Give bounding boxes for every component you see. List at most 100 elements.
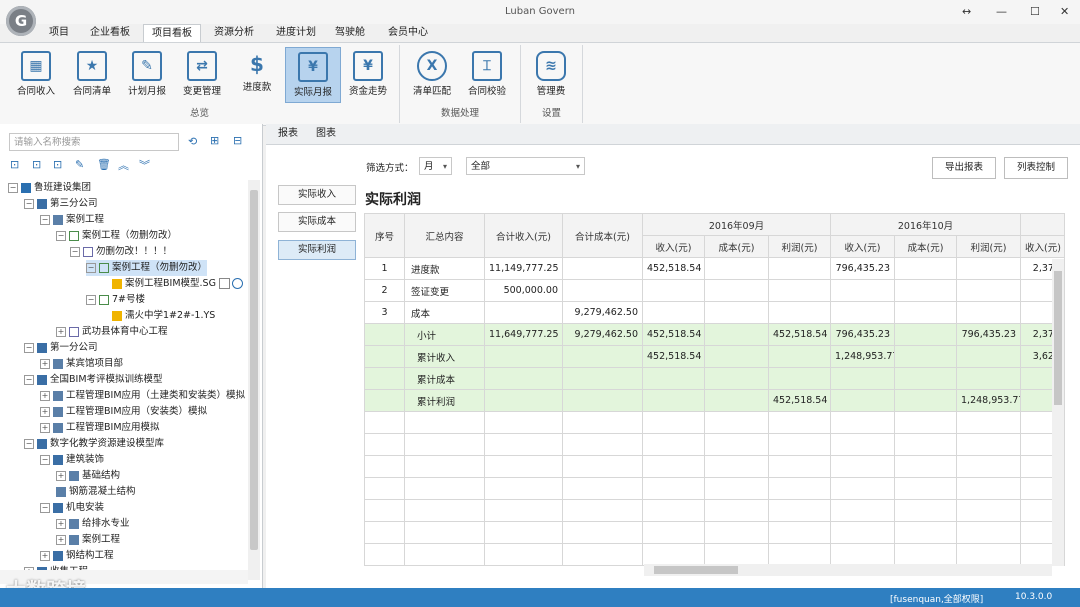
- maximize-icon[interactable]: ☐: [1030, 5, 1040, 18]
- table-cell: [830, 521, 895, 544]
- column-header[interactable]: 收入(元): [830, 235, 895, 258]
- move-up-icon[interactable]: ︽: [118, 157, 129, 173]
- tree-node[interactable]: + 钢结构工程: [40, 548, 114, 564]
- tab-schedule[interactable]: 进度计划: [268, 24, 324, 42]
- tree-node[interactable]: − 案例工程（勿删勿改）: [56, 228, 177, 244]
- contract-check-button[interactable]: ⌶ 合同校验: [462, 47, 512, 101]
- new-file-icon[interactable]: ⊡: [53, 158, 62, 171]
- close-icon[interactable]: ✕: [1060, 5, 1069, 18]
- tab-project-board[interactable]: 项目看板: [143, 24, 201, 43]
- contract-income-button[interactable]: ▦ 合同收入: [11, 47, 61, 101]
- refresh-icon[interactable]: ⟲: [188, 135, 197, 148]
- column-header[interactable]: 成本(元): [894, 235, 957, 258]
- restore-icon[interactable]: ↔: [962, 5, 971, 18]
- column-header[interactable]: 利润(元): [956, 235, 1021, 258]
- tab-report[interactable]: 报表: [278, 124, 298, 144]
- column-header[interactable]: 序号: [364, 213, 405, 258]
- scrollbar-thumb[interactable]: [250, 190, 258, 550]
- table-cell: [894, 367, 957, 390]
- tree-node[interactable]: − 鲁班建设集团: [8, 180, 91, 196]
- scope-select[interactable]: 全部 ▾: [466, 157, 585, 175]
- tree-node[interactable]: + 案例工程: [56, 532, 120, 548]
- tree-node[interactable]: − 机电安装: [40, 500, 104, 516]
- tab-enterprise-board[interactable]: 企业看板: [82, 24, 138, 42]
- table-cell: [956, 345, 1021, 368]
- new-subproject-icon[interactable]: ⊡: [32, 158, 41, 171]
- tree-node[interactable]: − 建筑装饰: [40, 452, 104, 468]
- list-match-button[interactable]: X 清单匹配: [407, 47, 457, 101]
- management-fee-button[interactable]: ≋ 管理费: [526, 47, 576, 101]
- tree-node[interactable]: − 案例工程: [40, 212, 104, 228]
- table-row[interactable]: 2 签证变更 500,000.00: [364, 279, 1065, 302]
- rename-icon[interactable]: ✎: [75, 158, 84, 171]
- export-report-button[interactable]: 导出报表: [932, 157, 996, 179]
- tab-cockpit[interactable]: 驾驶舱: [328, 24, 372, 42]
- tree-node[interactable]: + 武功县体育中心工程: [56, 324, 168, 340]
- tree-node[interactable]: + 工程管理BIM应用模拟: [40, 420, 160, 436]
- group-separator: [582, 45, 583, 123]
- search-input[interactable]: 请输入名称搜索: [9, 133, 179, 151]
- tree-node[interactable]: + 工程管理BIM应用（安装类）模拟: [40, 404, 207, 420]
- month-header: [1020, 213, 1065, 236]
- app-logo-icon[interactable]: G: [6, 6, 36, 36]
- progress-payment-button[interactable]: $ 进度款: [232, 47, 282, 101]
- column-header[interactable]: 合计收入(元): [484, 213, 563, 258]
- tree-node-selected[interactable]: − 案例工程（勿删勿改）: [86, 260, 208, 276]
- tab-project[interactable]: 项目: [42, 24, 76, 42]
- tree-node[interactable]: − 第一分公司: [24, 340, 98, 356]
- collapse-all-icon[interactable]: ⊟: [233, 134, 242, 147]
- actual-cost-button[interactable]: 实际成本: [278, 212, 356, 232]
- tree-node[interactable]: 濡火中学1#2#-1.YS: [112, 308, 215, 324]
- scrollbar-thumb[interactable]: [1054, 271, 1062, 405]
- period-select[interactable]: 月 ▾: [419, 157, 452, 175]
- contract-list-button[interactable]: ★ 合同清单: [67, 47, 117, 101]
- table-row[interactable]: 累计成本: [364, 367, 1065, 390]
- tree-node[interactable]: − 全国BIM考评模拟训练模型: [24, 372, 163, 388]
- tree-node[interactable]: + 给排水专业: [56, 516, 130, 532]
- table-cell: [704, 323, 769, 346]
- column-header[interactable]: 成本(元): [704, 235, 769, 258]
- tree-vertical-scrollbar[interactable]: [248, 180, 260, 580]
- fund-trend-button[interactable]: ¥ 资金走势: [343, 47, 393, 101]
- new-project-icon[interactable]: ⊡: [10, 158, 19, 171]
- scrollbar-thumb[interactable]: [654, 566, 738, 574]
- actual-monthly-button[interactable]: ¥ 实际月报: [285, 47, 341, 103]
- table-row[interactable]: 1 进度款 11,149,777.25 452,518.54 796,435.23 2,3…: [364, 257, 1065, 280]
- tree-node[interactable]: + 基础结构: [56, 468, 120, 484]
- tab-member-center[interactable]: 会员中心: [380, 24, 436, 42]
- table-cell: [830, 411, 895, 434]
- column-header[interactable]: 合计成本(元): [562, 213, 643, 258]
- table-row[interactable]: 累计收入 452,518.54 1,248,953.77 3,620: [364, 345, 1065, 368]
- tab-chart[interactable]: 图表: [316, 124, 336, 144]
- tree-node[interactable]: 钢筋混凝土结构: [56, 484, 136, 500]
- column-header[interactable]: 收入(元): [642, 235, 705, 258]
- column-header[interactable]: 汇总内容: [404, 213, 485, 258]
- column-header[interactable]: 收入(元): [1020, 235, 1065, 258]
- move-down-icon[interactable]: ︾: [139, 157, 150, 173]
- document-check-icon: ⌶: [472, 51, 502, 81]
- tree-node[interactable]: + 工程管理BIM应用（土建类和安装类）模拟: [40, 388, 245, 404]
- column-control-button[interactable]: 列表控制: [1004, 157, 1068, 179]
- tree-node[interactable]: + 某宾馆项目部: [40, 356, 123, 372]
- delete-icon[interactable]: 🗑: [97, 158, 111, 171]
- table-horizontal-scrollbar[interactable]: [644, 564, 1052, 576]
- tree-node[interactable]: 案例工程BIM模型.SG: [112, 276, 243, 292]
- tree-node[interactable]: − 勿删勿改！！！！: [70, 244, 172, 260]
- tree-node[interactable]: − 第三分公司: [24, 196, 98, 212]
- table-row[interactable]: 3 成本 9,279,462.50: [364, 301, 1065, 324]
- expand-all-icon[interactable]: ⊞: [210, 134, 219, 147]
- column-header[interactable]: 利润(元): [768, 235, 831, 258]
- table-row[interactable]: 小计 11,649,777.25 9,279,462.50 452,518.54 452…: [364, 323, 1065, 346]
- table-row[interactable]: 累计利润 452,518.54 1,248,953.77: [364, 389, 1065, 412]
- table-cell: [768, 543, 831, 566]
- plan-monthly-button[interactable]: ✎ 计划月报: [122, 47, 172, 101]
- actual-income-button[interactable]: 实际收入: [278, 185, 356, 205]
- minimize-icon[interactable]: —: [996, 5, 1007, 18]
- table-vertical-scrollbar[interactable]: [1052, 259, 1064, 566]
- change-management-button[interactable]: ⇄ 变更管理: [177, 47, 227, 101]
- tab-resource-analysis[interactable]: 资源分析: [206, 24, 262, 42]
- actual-profit-button[interactable]: 实际利润: [278, 240, 356, 260]
- table-cell: [404, 543, 485, 566]
- tree-node[interactable]: −7#号楼: [86, 292, 145, 308]
- tree-node[interactable]: − 数字化教学资源建设模型库: [24, 436, 164, 452]
